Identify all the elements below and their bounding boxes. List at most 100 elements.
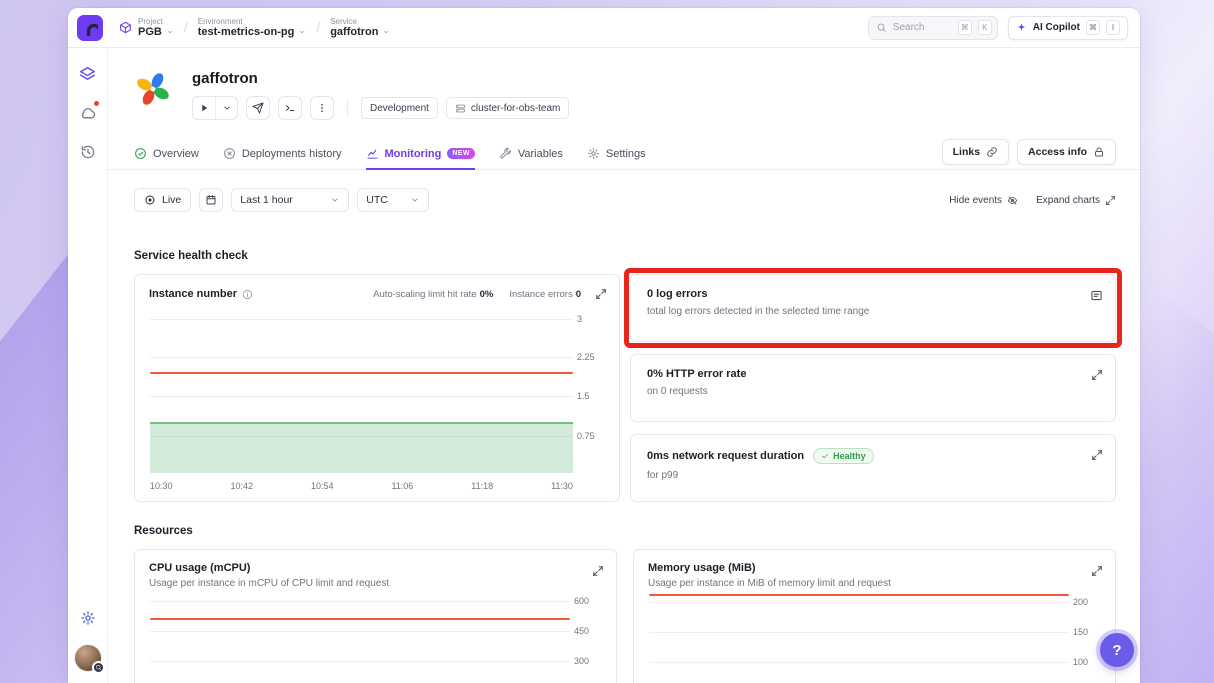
gear-icon (80, 610, 96, 626)
expand-icon (595, 288, 607, 300)
tab-settings[interactable]: Settings (587, 138, 646, 169)
running-instances-area (150, 422, 573, 473)
expand-icon (1105, 195, 1116, 206)
cpu-limit-line (150, 618, 570, 620)
tab-bar-actions: Links Access info (941, 138, 1116, 165)
tab-label: Monitoring (384, 147, 442, 160)
tab-deployments-history[interactable]: Deployments history (223, 138, 342, 169)
left-rail (68, 48, 108, 683)
links-button[interactable]: Links (941, 138, 1010, 165)
search-shortcut-cmd: ⌘ (957, 20, 972, 35)
breadcrumb-value: test-metrics-on-pg (197, 25, 295, 38)
network-duration-title: 0ms network request duration (647, 450, 805, 462)
chevron-down-icon (298, 28, 306, 36)
tab-label: Deployments history (241, 147, 342, 160)
breadcrumb-label: Project (138, 16, 163, 26)
timezone-value: UTC (366, 194, 388, 206)
terminal-button[interactable] (278, 96, 302, 120)
cluster-icon (455, 103, 466, 114)
deploy-button[interactable] (246, 96, 270, 120)
breadcrumb: Project PGB / Environment test-metrics-o… (119, 17, 390, 39)
instance-card-title: Instance number (149, 288, 238, 300)
memory-chart (649, 550, 1069, 683)
tab-label: Settings (605, 147, 646, 160)
chart-icon (366, 147, 379, 160)
instance-number-card: Instance number Auto-scaling limit hit r… (134, 274, 620, 502)
cloud-icon (79, 105, 96, 122)
start-options-button[interactable] (215, 97, 237, 119)
chevron-down-icon (330, 195, 340, 205)
search-input[interactable]: Search ⌘ K (867, 15, 998, 40)
chevron-down-icon (382, 28, 390, 36)
log-errors-title: 0 log errors (647, 288, 708, 300)
timezone-select[interactable]: UTC (357, 188, 430, 212)
check-circle-icon (134, 147, 147, 160)
breadcrumb-project[interactable]: Project PGB (119, 17, 174, 39)
search-placeholder: Search (892, 22, 925, 33)
http-error-title: 0% HTTP error rate (647, 368, 747, 380)
cluster-badge[interactable]: cluster-for-obs-team (445, 97, 570, 119)
view-logs-button[interactable] (1090, 289, 1103, 302)
tab-label: Variables (517, 147, 563, 160)
service-title: gaffotron (192, 70, 258, 87)
time-range-value: Last 1 hour (240, 194, 293, 206)
instance-chart-yaxis: 3 2.25 1.5 0.75 (577, 314, 595, 441)
hide-events-label: Hide events (949, 194, 1003, 206)
service-icon (134, 70, 172, 108)
autoscale-stat: Auto-scaling limit hit rate 0% (373, 288, 494, 300)
expand-card-button[interactable] (1091, 449, 1103, 461)
instance-limit-line (150, 372, 573, 374)
rail-clusters-button[interactable] (76, 100, 100, 125)
new-badge: NEW (447, 148, 475, 159)
links-label: Links (952, 145, 981, 158)
healthy-badge: Healthy (813, 448, 874, 464)
ai-copilot-button[interactable]: AI Copilot ⌘ I (1007, 15, 1128, 40)
live-button[interactable]: Live (134, 188, 192, 212)
live-label: Live (162, 194, 182, 206)
expand-card-button[interactable] (1091, 369, 1103, 381)
breadcrumb-label: Service (330, 16, 357, 26)
info-icon[interactable] (242, 289, 253, 300)
breadcrumb-value: PGB (138, 25, 162, 38)
time-range-select[interactable]: Last 1 hour (231, 188, 350, 212)
environment-badge[interactable]: Development (361, 97, 438, 119)
rail-services-button[interactable] (76, 62, 100, 86)
run-button-group (192, 96, 238, 120)
link-icon (986, 146, 998, 158)
kebab-icon (316, 102, 328, 114)
breadcrumb-service[interactable]: Service gaffotron (330, 17, 390, 39)
tab-monitoring[interactable]: Monitoring NEW (365, 138, 476, 170)
app-logo[interactable] (77, 14, 103, 41)
monitoring-content: Live Last 1 hour UTC Hide events Expand … (108, 170, 1140, 683)
notification-dot (92, 100, 100, 107)
expand-icon (1091, 369, 1103, 381)
expand-charts-button[interactable]: Expand charts (1036, 195, 1116, 206)
copilot-shortcut-cmd: ⌘ (1086, 20, 1100, 35)
rail-activity-button[interactable] (76, 140, 100, 164)
ai-copilot-label: AI Copilot (1032, 22, 1080, 33)
help-button[interactable]: ? (1100, 633, 1134, 667)
user-avatar[interactable] (74, 645, 105, 674)
search-shortcut-key: K (977, 20, 992, 35)
environment-badge-label: Development (370, 102, 429, 114)
tab-bar: Overview Deployments history Monitoring … (108, 138, 1140, 170)
more-options-button[interactable] (310, 96, 334, 120)
calendar-icon (205, 194, 217, 206)
breadcrumb-environment[interactable]: Environment test-metrics-on-pg (198, 17, 307, 39)
start-service-button[interactable] (193, 97, 215, 119)
tab-label: Overview (153, 147, 199, 160)
instance-chart (150, 315, 573, 475)
instance-errors-stat: Instance errors 0 (509, 288, 581, 300)
calendar-button[interactable] (199, 188, 224, 212)
expand-card-button[interactable] (595, 288, 607, 300)
access-info-button[interactable]: Access info (1017, 138, 1116, 165)
tab-overview[interactable]: Overview (134, 138, 199, 169)
project-icon (119, 21, 132, 34)
paper-plane-icon (252, 102, 264, 114)
hide-events-button[interactable]: Hide events (949, 195, 1018, 206)
rail-settings-button[interactable] (76, 606, 100, 630)
tab-variables[interactable]: Variables (499, 138, 563, 169)
cpu-chart-yaxis: 600 450 300 (574, 596, 590, 666)
check-icon (821, 452, 829, 460)
breadcrumb-value: gaffotron (330, 25, 379, 38)
